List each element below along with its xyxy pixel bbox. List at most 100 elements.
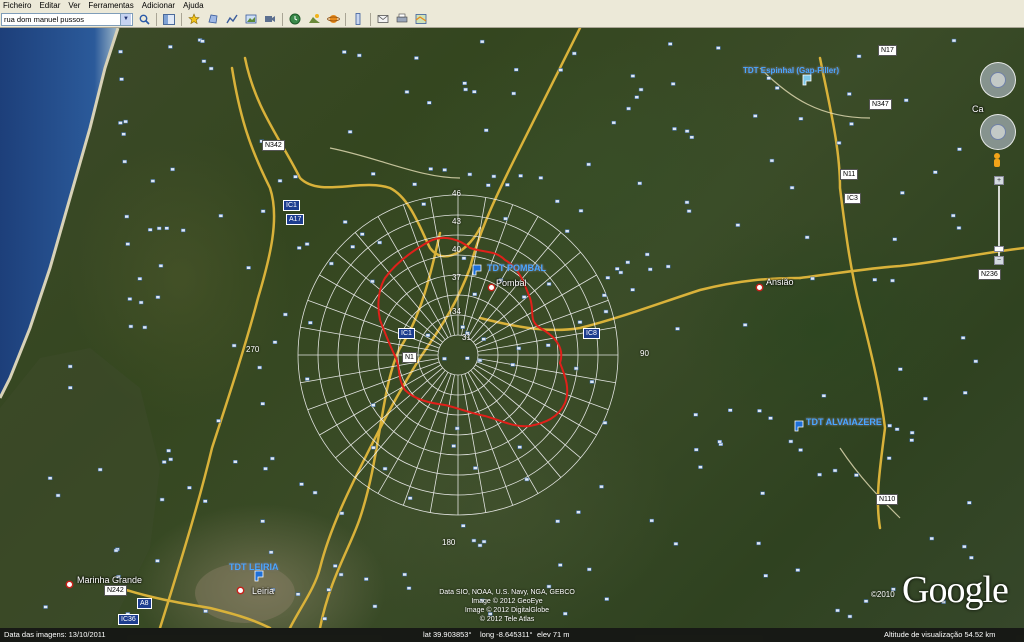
poi-marker [263,466,268,471]
poi-marker [821,394,827,398]
poi-marker [481,337,486,341]
add-placemark-button[interactable] [186,12,202,26]
transmitter-pin-icon[interactable] [470,262,484,276]
poi-marker [625,260,631,265]
pegman-icon[interactable] [990,152,1004,170]
city-label-ansiao[interactable]: Ansião [766,277,794,287]
city-label-marinha-grande[interactable]: Marinha Grande [77,575,142,585]
menu-edit[interactable]: Editar [35,0,64,11]
add-path-button[interactable] [224,12,240,26]
status-bar: Data das imagens: 13/10/2011 lat 39.9038… [0,628,1024,642]
menu-tools[interactable]: Ferramentas [84,0,137,11]
poi-marker [138,300,144,305]
leiria-urban-area [195,563,295,623]
transmitter-pin-icon[interactable] [252,568,266,582]
map-view[interactable]: 46 43 40 37 34 31 90 270 180 TDT POMBAL … [0,28,1024,628]
menu-help[interactable]: Ajuda [179,0,207,11]
look-control[interactable] [980,62,1016,98]
historical-imagery-button[interactable] [287,12,303,26]
transmitter-label-espinhal[interactable]: TDT Espinhal (Gap-Filler) [743,66,839,75]
grid-spoke [464,373,514,506]
poi-marker [483,128,489,133]
poi-marker [268,550,274,555]
transmitter-pin-icon[interactable] [792,418,806,432]
move-joystick[interactable] [990,124,1006,140]
poi-marker [461,524,466,528]
menu-add[interactable]: Adicionar [138,0,179,11]
poi-marker [890,278,895,283]
poi-marker [118,49,123,54]
poi-marker [693,412,698,417]
poi-marker [929,536,935,541]
poi-marker [404,90,410,94]
sunlight-button[interactable] [306,12,322,26]
poi-marker [572,51,577,56]
menu-file[interactable]: Ficheiro [0,0,35,11]
poi-marker [55,493,61,498]
planets-button[interactable] [325,12,341,26]
email-button[interactable] [375,12,391,26]
zoom-slider[interactable]: + − [994,176,1004,266]
attribution-line: Image © 2012 DigitalGlobe [464,607,550,614]
poi-marker [923,396,928,401]
poi-marker [270,456,275,461]
poi-marker [312,490,318,495]
poi-marker [518,174,523,178]
transmitter-pin-icon[interactable] [800,72,814,86]
navigation-controls: + − [974,62,1024,272]
poi-marker [414,56,419,60]
poi-marker [634,95,640,99]
add-image-overlay-button[interactable] [243,12,259,26]
zoom-out-button[interactable]: − [994,256,1004,265]
sunlight-icon [308,14,320,23]
city-marker-icon[interactable] [755,283,764,292]
poi-marker [322,616,327,621]
poi-marker [372,604,378,609]
poi-marker [168,457,173,462]
poi-marker [200,39,205,43]
move-control[interactable] [980,114,1016,150]
poi-marker [605,276,611,280]
city-label-leiria[interactable]: Leiria [252,586,274,596]
poi-marker [717,439,722,444]
poi-marker [460,325,465,329]
add-polygon-button[interactable] [205,12,221,26]
search-input[interactable] [2,13,120,25]
city-marker-icon[interactable] [236,586,245,595]
grid-spoke [429,374,455,513]
zoom-thumb[interactable] [994,246,1004,252]
copyright-year: ©2010 [871,590,895,599]
search-button[interactable] [136,12,152,26]
polygon-icon [208,14,218,24]
poi-marker [382,466,388,471]
zoom-in-button[interactable]: + [994,176,1004,185]
poi-marker [467,172,473,177]
search-history-dropdown[interactable]: ▼ [120,13,131,25]
ring-label: 46 [452,189,461,198]
attribution-line: Image © 2012 GeoEye [471,598,543,605]
city-label-pombal[interactable]: Pombal [496,278,527,288]
city-marker-icon[interactable] [65,580,74,589]
poi-marker [338,572,344,577]
poi-marker [900,191,905,195]
poi-marker [766,76,772,80]
record-tour-button[interactable] [262,12,278,26]
poi-marker [564,229,570,233]
sidebar-toggle-button[interactable] [161,12,177,26]
poi-marker [667,42,673,46]
poi-marker [412,182,417,187]
look-joystick[interactable] [990,72,1006,88]
menu-view[interactable]: Ver [64,0,84,11]
view-in-maps-button[interactable] [413,12,429,26]
poi-marker [218,214,224,218]
poi-marker [481,539,487,544]
poi-marker [43,605,48,609]
transmitter-label-alvaiazere[interactable]: TDT ALVAIAZERE [806,417,882,427]
ruler-button[interactable] [350,12,366,26]
print-button[interactable] [394,12,410,26]
road-shield: N242 [104,585,127,596]
poi-marker [231,343,237,348]
road-shield: A8 [137,598,152,609]
city-marker-icon[interactable] [487,283,496,292]
transmitter-label-pombal[interactable]: TDT POMBAL [487,263,546,273]
